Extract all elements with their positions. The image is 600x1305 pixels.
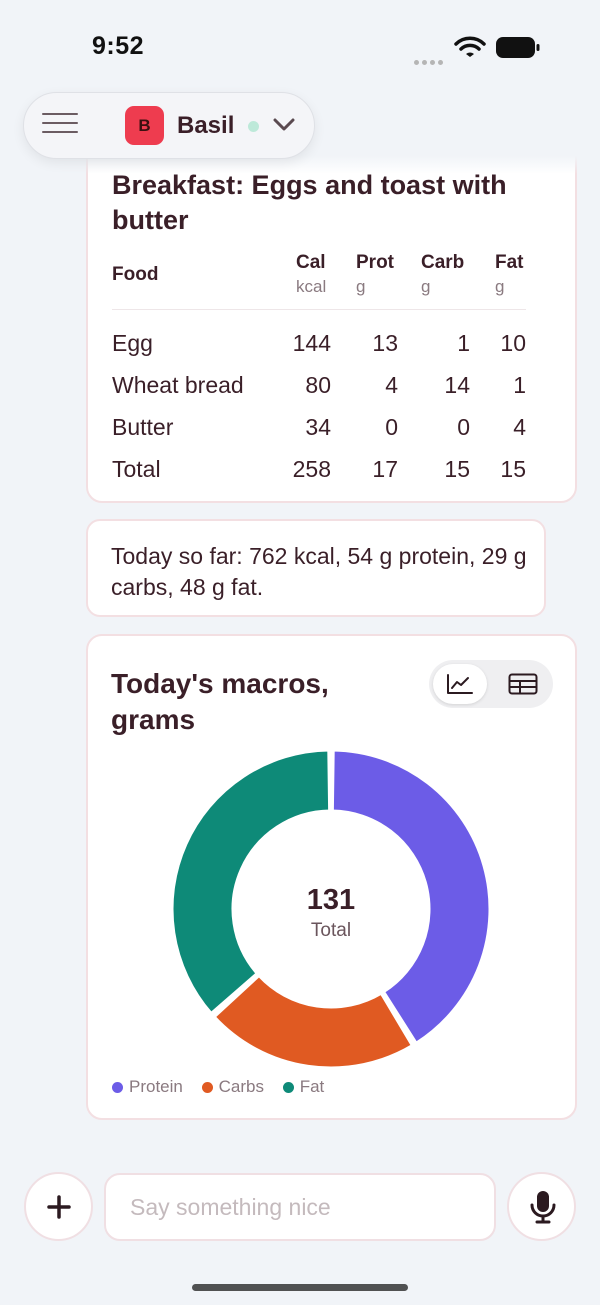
chart-view-button[interactable] (433, 664, 487, 704)
microphone-icon (530, 1191, 556, 1224)
battery-icon (496, 37, 540, 58)
column-header-prot: Prot g (356, 252, 394, 296)
cell-food: Egg (112, 330, 153, 356)
cell-cal: 80 (305, 372, 331, 398)
legend-item-protein: Protein (112, 1077, 183, 1097)
chart-legend: Protein Carbs Fat (112, 1077, 338, 1097)
chat-scroll-area[interactable]: Breakfast: Eggs and toast with butter Fo… (0, 0, 600, 1305)
online-status-dot (248, 121, 259, 132)
cell-cal: 34 (305, 414, 331, 440)
status-bar: 9:52 (0, 0, 600, 92)
table-view-button[interactable] (495, 664, 549, 704)
table-header: Food Cal kcal Prot g Carb g Fat g (112, 252, 526, 310)
cell-cal: 144 (292, 330, 331, 356)
cell-fat: 4 (513, 414, 526, 440)
cell-carb: 0 (457, 414, 470, 440)
cell-food: Butter (112, 414, 174, 440)
cell-prot: 13 (372, 330, 398, 356)
wifi-icon (454, 36, 486, 57)
macros-chart-card: Today's macros, grams 131 Total Protein … (86, 634, 577, 1120)
status-time: 9:52 (92, 32, 145, 60)
microphone-button[interactable] (507, 1172, 576, 1241)
app-logo: B (125, 106, 164, 145)
cell-prot: 17 (372, 456, 398, 482)
donut-slice-carbs[interactable] (212, 973, 414, 1070)
view-toggle (429, 660, 553, 708)
donut-center-value: 131 (306, 884, 356, 916)
cell-prot: 0 (385, 414, 398, 440)
column-header-food: Food (112, 264, 159, 285)
summary-text: Today so far: 762 kcal, 54 g protein, 29… (111, 543, 527, 600)
chevron-down-icon[interactable] (272, 117, 296, 133)
legend-dot (282, 1082, 294, 1093)
app-name: Basil (177, 112, 235, 139)
nutrition-table: Food Cal kcal Prot g Carb g Fat g Egg 14… (112, 252, 526, 490)
table-body: Egg 144 13 1 10 Wheat bread 80 4 14 1 Bu… (112, 310, 526, 490)
table-icon (508, 673, 538, 695)
table-row: Wheat bread 80 4 14 1 (112, 364, 526, 406)
table-row-total: Total 258 17 15 15 (112, 448, 526, 490)
legend-dot (201, 1082, 213, 1093)
message-input[interactable] (104, 1173, 496, 1241)
signal-dots-icon (414, 52, 446, 70)
line-chart-icon (447, 674, 473, 694)
plus-icon (47, 1195, 71, 1219)
cell-carb: 14 (444, 372, 470, 398)
legend-item-fat: Fat (282, 1077, 324, 1097)
cell-fat: 15 (500, 456, 526, 482)
column-header-cal: Cal kcal (296, 252, 327, 296)
cell-carb: 1 (457, 330, 470, 356)
cell-food: Total (112, 456, 161, 482)
cell-fat: 10 (500, 330, 526, 356)
assistant-switcher[interactable]: B Basil (23, 92, 315, 159)
cell-carb: 15 (444, 456, 470, 482)
home-indicator[interactable] (192, 1284, 408, 1291)
summary-message: Today so far: 762 kcal, 54 g protein, 29… (86, 519, 546, 617)
menu-icon[interactable] (42, 113, 78, 139)
nutrition-table-title: Breakfast: Eggs and toast with butter (112, 170, 507, 235)
add-attachment-button[interactable] (24, 1172, 93, 1241)
cell-prot: 4 (385, 372, 398, 398)
cell-cal: 258 (292, 456, 331, 482)
cell-food: Wheat bread (112, 372, 244, 398)
column-header-carb: Carb g (421, 252, 465, 296)
column-header-fat: Fat g (495, 252, 524, 296)
cell-fat: 1 (513, 372, 526, 398)
legend-item-carbs: Carbs (201, 1077, 264, 1097)
legend-dot (112, 1082, 123, 1093)
donut-slice-fat[interactable] (170, 748, 332, 1016)
table-row: Egg 144 13 1 10 (112, 322, 526, 364)
nutrition-table-card: Breakfast: Eggs and toast with butter Fo… (86, 130, 577, 503)
donut-center-label: Total (310, 920, 352, 941)
table-row: Butter 34 0 0 4 (112, 406, 526, 448)
chart-title: Today's macros, grams (111, 668, 329, 735)
